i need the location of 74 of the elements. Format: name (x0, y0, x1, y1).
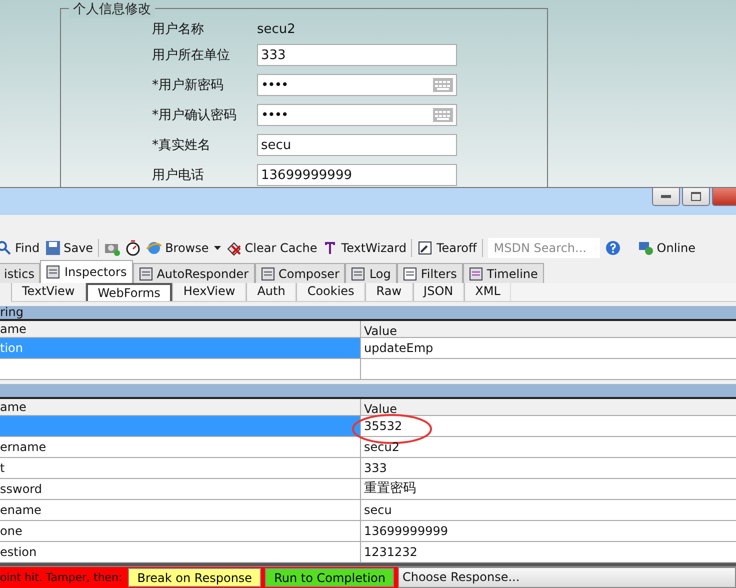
input-field[interactable]: 13699999999 (257, 164, 457, 186)
log-icon (351, 266, 366, 280)
table-cell: 35532 (361, 416, 736, 436)
maximize-icon (691, 192, 701, 201)
save-icon (44, 240, 61, 256)
minimize-button[interactable] (652, 188, 680, 206)
tab[interactable]: Timeline (462, 263, 544, 283)
field-label: *真实姓名 (152, 137, 212, 154)
tab[interactable]: Filters (396, 263, 463, 283)
browse-button[interactable]: Browse (146, 240, 209, 256)
table-cell-text: 1231232 (363, 544, 418, 561)
tab[interactable]: AutoResponder (132, 263, 255, 283)
help-icon[interactable] (604, 240, 621, 256)
maximize-button[interactable] (682, 188, 710, 206)
dropdown-caret[interactable] (214, 246, 221, 250)
table-cell[interactable]: estion (0, 542, 361, 562)
table-cell-text: 重置密码 (363, 480, 417, 498)
field-label: 用户电话 (152, 167, 205, 184)
table-cell[interactable]: ename (0, 500, 361, 520)
field-label: *用户确认密码 (152, 107, 238, 124)
response-dropdown[interactable]: Choose Response... (398, 567, 736, 588)
field-label: *用户新密码 (152, 77, 224, 94)
search-field[interactable]: MSDN Search... (488, 238, 600, 258)
network-icon (638, 240, 654, 256)
save-button[interactable]: Save (44, 240, 94, 256)
table-cell[interactable] (0, 416, 361, 436)
table-cell[interactable]: t (0, 458, 361, 478)
stopwatch-icon[interactable] (125, 240, 142, 256)
view-tab[interactable]: XML (464, 283, 512, 301)
table-cell[interactable]: one (0, 521, 361, 541)
table-cell[interactable]: ername (0, 437, 361, 457)
globe-icon (146, 240, 162, 256)
tearoff-button[interactable]: Tearoff (417, 240, 477, 256)
tab[interactable]: istics (0, 263, 40, 283)
column-header: ame (0, 399, 361, 415)
clear-button[interactable]: Clear Cache (226, 240, 318, 256)
table-cell-text: 13699999999 (363, 523, 449, 540)
table-cell[interactable]: ssword (0, 479, 361, 499)
column-header: Value (363, 323, 398, 337)
tab[interactable]: Log (345, 263, 397, 283)
form-legend: 个人信息修改 (69, 0, 155, 18)
wizard-button[interactable]: TextWizard (322, 240, 406, 256)
eraser-icon (226, 240, 242, 256)
table-cell-text: secu (363, 502, 393, 519)
tab[interactable]: Composer (254, 263, 346, 283)
online-button[interactable]: Online (638, 240, 696, 256)
minimize-icon (661, 194, 671, 198)
run-button[interactable]: Run to Completion (265, 568, 394, 587)
view-tab[interactable]: Raw (365, 283, 413, 301)
view-tab[interactable]: HexView (172, 283, 246, 301)
view-tab[interactable]: WebForms (86, 283, 172, 301)
input-field[interactable]: secu (257, 134, 457, 156)
column-header: Value (363, 401, 398, 415)
break-on-response-button[interactable]: Break on Response (128, 568, 262, 587)
table-cell-text: 333 (363, 460, 388, 477)
timeline-icon (468, 266, 483, 280)
password-field[interactable]: •••• (257, 104, 457, 126)
table-cell-text: updateEmp (363, 340, 434, 357)
field-label: 用户所在单位 (152, 47, 231, 64)
view-tab[interactable]: Cookies (296, 283, 366, 301)
section-title: ring (0, 305, 24, 319)
status-message: oint hit. Tamper, then: (0, 571, 124, 584)
field-label: 用户名称 (152, 21, 205, 38)
window-icon (417, 240, 434, 256)
find-button[interactable]: Find (0, 240, 40, 256)
table-cell-text: secu2 (363, 439, 400, 456)
input-field[interactable]: 333 (257, 44, 457, 66)
password-field[interactable]: •••• (257, 74, 457, 96)
find-icon (0, 240, 12, 256)
field-value: secu2 (257, 22, 296, 36)
column-header: ame (0, 321, 361, 337)
tab[interactable]: Inspectors (40, 260, 133, 283)
view-tab[interactable]: JSON (412, 283, 464, 301)
view-tab[interactable]: Auth (246, 283, 296, 301)
